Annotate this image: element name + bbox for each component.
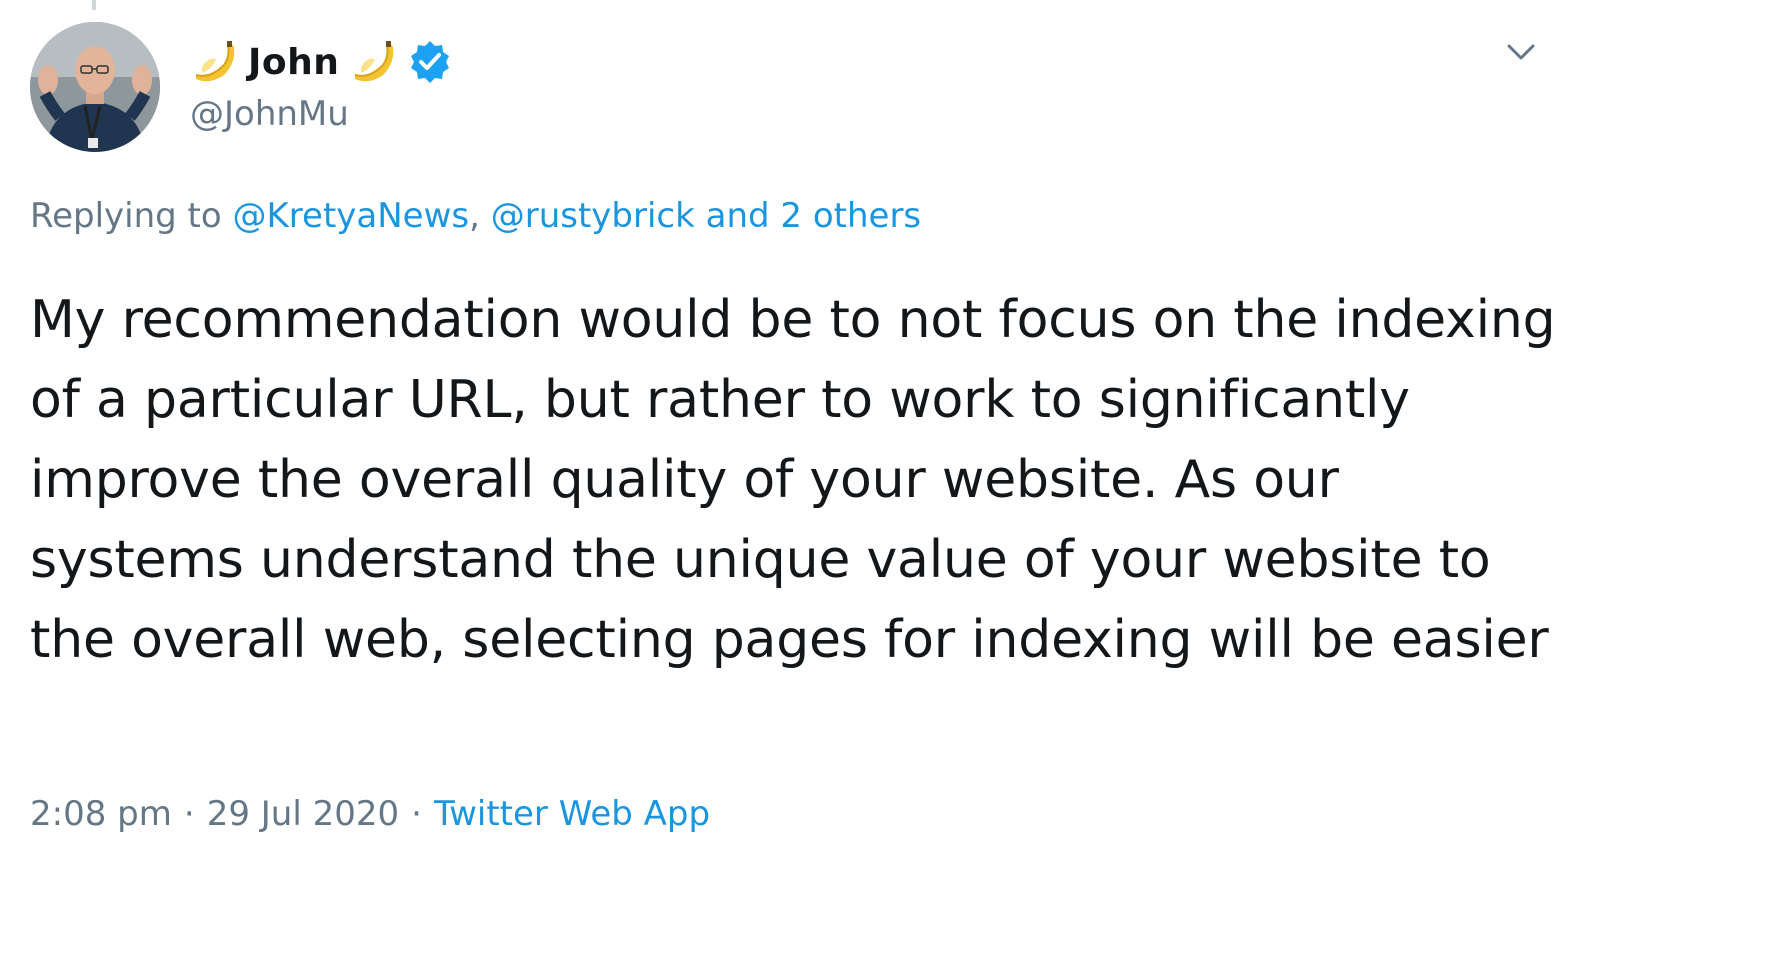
mention-link[interactable]: @KretyaNews	[233, 196, 470, 236]
tweet-header: John @JohnMu	[190, 34, 453, 134]
chevron-down-icon[interactable]	[1503, 34, 1539, 70]
meta-separator: ·	[183, 794, 195, 834]
verified-badge-icon	[407, 39, 453, 85]
tweet-metadata: 2:08 pm · 29 Jul 2020 · Twitter Web App	[30, 794, 710, 834]
tweet-source-link[interactable]: Twitter Web App	[434, 794, 710, 834]
replying-prefix: Replying to	[30, 196, 222, 236]
author-display-name[interactable]: John	[248, 42, 339, 83]
others-link[interactable]: and 2 others	[706, 196, 922, 236]
tweet: John @JohnMu Replying to @KretyaNews, @r…	[0, 0, 1769, 976]
banana-emoji	[190, 39, 236, 85]
avatar[interactable]	[30, 22, 160, 152]
mention-separator: ,	[469, 196, 480, 236]
tweet-date[interactable]: 29 Jul 2020	[207, 794, 399, 834]
avatar-photo	[30, 22, 160, 152]
meta-separator: ·	[411, 794, 422, 834]
tweet-time[interactable]: 2:08 pm	[30, 794, 172, 834]
tweet-text: My recommendation would be to not focus …	[30, 290, 1556, 670]
author-handle[interactable]: @JohnMu	[190, 94, 453, 134]
author-name-row[interactable]: John	[190, 34, 453, 90]
replying-to-line: Replying to @KretyaNews, @rustybrick and…	[30, 196, 921, 236]
banana-emoji	[349, 39, 395, 85]
mention-link[interactable]: @rustybrick	[491, 196, 695, 236]
